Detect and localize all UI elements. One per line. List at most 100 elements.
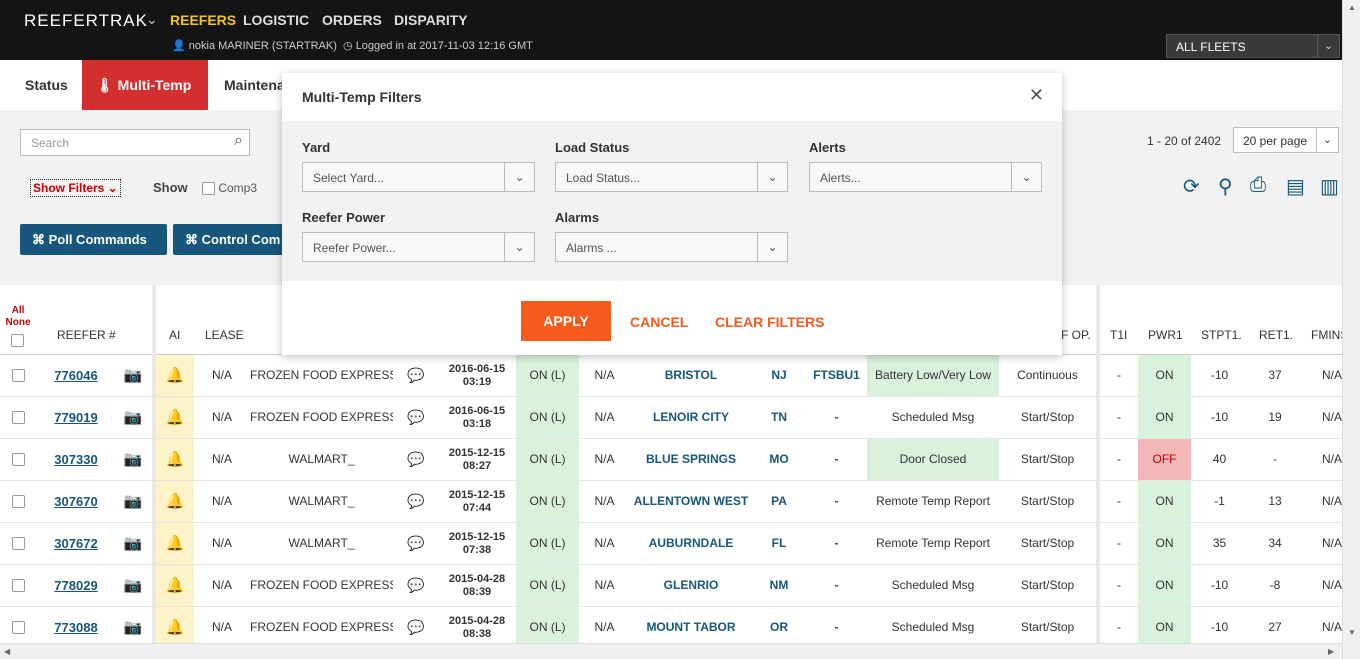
camera-icon[interactable]: 📷 <box>124 409 143 426</box>
table-row[interactable]: 307672 📷 🔔 N/A WALMART_ 💬 2015-12-15 07:38 ON (L… <box>0 523 1342 565</box>
col-lease[interactable]: LEASE <box>205 328 244 342</box>
chat-icon[interactable]: 💬 <box>407 409 424 425</box>
alerts-select[interactable]: Alerts... ⌄ <box>809 162 1042 192</box>
reefer-id-link[interactable]: 779019 <box>36 397 116 438</box>
chat-icon[interactable]: 💬 <box>407 451 424 467</box>
col-operation[interactable]: F OP. <box>1061 328 1091 342</box>
reefer-id-link[interactable]: 307670 <box>54 494 97 509</box>
camera-icon[interactable]: 📷 <box>124 493 143 510</box>
bell-icon[interactable]: 🔔 <box>166 535 185 552</box>
alarms-select[interactable]: Alarms ... ⌄ <box>555 232 788 262</box>
reefer-id-link[interactable]: 776046 <box>54 368 97 383</box>
cancel-button[interactable]: CANCEL <box>630 314 688 330</box>
select-none-link[interactable]: None <box>5 317 31 329</box>
table-row[interactable]: 776046 📷 🔔 N/A FROZEN FOOD EXPRESS 💬 2016-06-1… <box>0 355 1342 397</box>
camera-icon[interactable]: 📷 <box>124 367 143 384</box>
yard-select[interactable]: Select Yard... ⌄ <box>302 162 535 192</box>
horizontal-scrollbar[interactable]: ◀ ▶ <box>0 643 1342 659</box>
camera-icon[interactable]: 📷 <box>124 535 143 552</box>
row-checkbox[interactable] <box>11 621 25 635</box>
camera-icon[interactable]: 📷 <box>124 577 143 594</box>
scroll-left-icon[interactable]: ◀ <box>4 647 10 656</box>
chat-icon[interactable]: 💬 <box>407 493 424 509</box>
nav-orders[interactable]: ORDERS <box>322 12 382 28</box>
col-pwr1[interactable]: PWR1 <box>1148 328 1183 342</box>
scroll-up-icon[interactable]: ▲ <box>1348 3 1356 12</box>
reefer-id-link[interactable]: 307672 <box>54 536 97 551</box>
show-filters-button[interactable]: Show Filters ⌄ <box>30 179 121 197</box>
table-row[interactable]: 778029 📷 🔔 N/A FROZEN FOOD EXPRESS 💬 2015-04-2… <box>0 565 1342 607</box>
col-ai[interactable]: AI <box>169 328 180 342</box>
load-status-select[interactable]: Load Status... ⌄ <box>555 162 788 192</box>
nav-disparity[interactable]: DISPARITY <box>394 12 468 28</box>
table-row[interactable]: 307670 📷 🔔 N/A WALMART_ 💬 2015-12-15 07:44 ON (L… <box>0 481 1342 523</box>
row-checkbox[interactable] <box>11 369 25 383</box>
tab-status[interactable]: Status <box>25 60 68 110</box>
col-reefer[interactable]: REEFER # <box>57 328 116 342</box>
icon-cell[interactable] <box>0 439 36 480</box>
clear-filters-button[interactable]: CLEAR FILTERS <box>715 314 824 330</box>
print-icon[interactable]: ⎙ <box>1250 174 1266 197</box>
row-checkbox[interactable] <box>11 411 25 425</box>
reefer-id-link[interactable]: 773088 <box>54 620 97 635</box>
reefer-id-link[interactable]: 779019 <box>54 410 97 425</box>
xls-export-icon[interactable]: ▤ <box>1286 174 1305 199</box>
camera-icon[interactable]: 📷 <box>124 451 143 468</box>
reefer-id-link[interactable]: 778029 <box>36 565 116 606</box>
header-checkbox[interactable] <box>11 334 24 347</box>
reefer-id-link[interactable]: 307670 <box>36 481 116 522</box>
col-t1[interactable]: T1I <box>1110 328 1127 342</box>
reefer-id-link[interactable]: 776046 <box>36 355 116 396</box>
reefer-id-link[interactable]: 773088 <box>36 607 116 648</box>
row-checkbox[interactable] <box>11 453 25 467</box>
icon-cell[interactable] <box>0 565 36 606</box>
close-icon[interactable]: ✕ <box>1029 85 1044 106</box>
icon-cell[interactable] <box>0 355 36 396</box>
search-icon[interactable]: ⌕ <box>234 132 243 150</box>
tab-multi-temp[interactable]: 🌡 Multi-Temp <box>82 60 208 110</box>
select-all-none[interactable]: All None <box>5 305 31 329</box>
icon-cell[interactable] <box>0 607 36 648</box>
camera-icon[interactable]: 📷 <box>124 619 143 636</box>
scroll-right-icon[interactable]: ▶ <box>1328 647 1334 656</box>
col-stpt1[interactable]: STPT1. <box>1201 328 1242 342</box>
poll-commands-button[interactable]: ⌘ Poll Commands <box>20 224 167 255</box>
select-all-link[interactable]: All <box>5 305 31 317</box>
reefer-id-link[interactable]: 307672 <box>36 523 116 564</box>
bell-icon[interactable]: 🔔 <box>166 619 185 636</box>
brand-logo[interactable]: REEFERTRAK <box>24 11 148 31</box>
row-checkbox[interactable] <box>11 579 25 593</box>
row-checkbox[interactable] <box>11 495 25 509</box>
chat-icon[interactable]: 💬 <box>407 535 424 551</box>
chat-icon[interactable]: 💬 <box>407 367 424 383</box>
reefer-id-link[interactable]: 307330 <box>54 452 97 467</box>
chat-icon[interactable]: 💬 <box>407 619 424 635</box>
row-checkbox[interactable] <box>11 537 25 551</box>
bell-icon[interactable]: 🔔 <box>166 409 185 426</box>
comp3-checkbox[interactable] <box>202 182 215 196</box>
vertical-scrollbar[interactable]: ▲ ▼ <box>1342 0 1360 659</box>
icon-cell[interactable] <box>0 481 36 522</box>
nav-logistic[interactable]: LOGISTIC <box>243 12 309 28</box>
fleet-select[interactable]: ALL FLEETS ⌄ <box>1166 34 1340 58</box>
table-row[interactable]: 307330 📷 🔔 N/A WALMART_ 💬 2015-12-15 08:27 ON (L… <box>0 439 1342 481</box>
bell-icon[interactable]: 🔔 <box>166 493 185 510</box>
bell-icon[interactable]: 🔔 <box>166 577 185 594</box>
per-page-select[interactable]: 20 per page ⌄ <box>1233 127 1339 153</box>
nav-reefers[interactable]: REEFERS <box>170 12 236 28</box>
export-icon[interactable]: ▥ <box>1320 174 1339 199</box>
reefer-id-link[interactable]: 778029 <box>54 578 97 593</box>
apply-button[interactable]: APPLY <box>521 301 611 341</box>
tab-maintenance[interactable]: Maintena <box>224 60 285 110</box>
search-input[interactable]: Search ⌕ <box>20 129 250 156</box>
chat-icon[interactable]: 💬 <box>407 577 424 593</box>
scroll-down-icon[interactable]: ▼ <box>1348 628 1356 637</box>
reefer-id-link[interactable]: 307330 <box>36 439 116 480</box>
reefer-power-select[interactable]: Reefer Power... ⌄ <box>302 232 535 262</box>
refresh-icon[interactable]: ⟳ <box>1183 174 1200 199</box>
icon-cell[interactable] <box>0 523 36 564</box>
table-row[interactable]: 779019 📷 🔔 N/A FROZEN FOOD EXPRESS 💬 2016-06-1… <box>0 397 1342 439</box>
col-ret1[interactable]: RET1. <box>1259 328 1293 342</box>
icon-cell[interactable] <box>0 397 36 438</box>
map-pin-icon[interactable]: ⚲ <box>1218 174 1233 199</box>
